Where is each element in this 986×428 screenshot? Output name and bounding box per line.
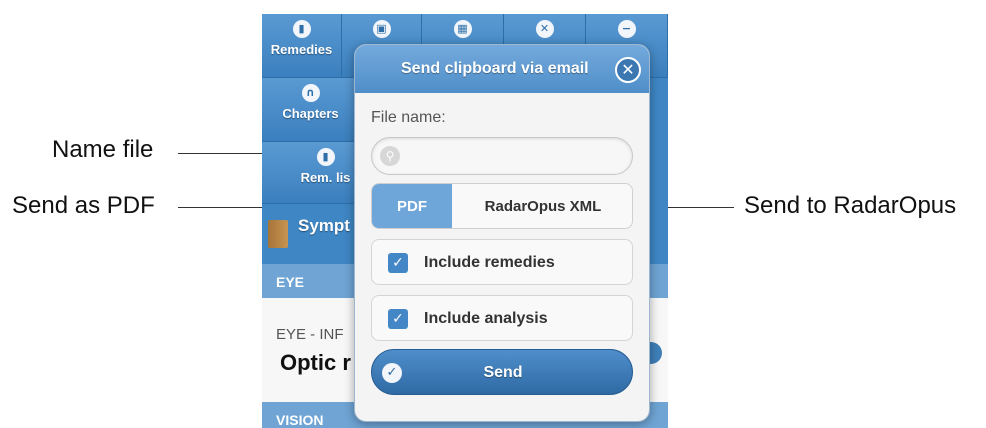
checkmark-icon: ✓ xyxy=(392,311,404,327)
include-analysis-label: Include analysis xyxy=(424,310,548,327)
checkmark-icon: ✓ xyxy=(392,255,404,271)
include-analysis-row[interactable]: ✓ Include analysis xyxy=(371,295,633,341)
remedy-list-icon: ▮ xyxy=(316,148,335,166)
symptom-path: EYE - INF xyxy=(276,326,344,343)
grid-label-remedies: Remedies xyxy=(270,42,333,57)
annotation-send-as-pdf: Send as PDF xyxy=(12,192,155,219)
chapter-icon: ∩ xyxy=(301,84,320,102)
search-icon: ⚲ xyxy=(380,146,400,166)
minus-icon: − xyxy=(617,20,636,38)
send-button-label: Send xyxy=(483,364,523,381)
calculator-icon: ▦ xyxy=(453,20,472,38)
grid-button-remedies[interactable]: ▮ Remedies xyxy=(262,14,342,78)
annotation-send-to-radaropus: Send to RadarOpus xyxy=(744,192,957,219)
file-name-input[interactable]: ⚲ xyxy=(371,137,633,175)
symptom-title: Optic r xyxy=(280,350,351,375)
dialog-title: Send clipboard via email xyxy=(355,45,649,93)
include-remedies-checkbox[interactable]: ✓ xyxy=(388,253,408,273)
book-icon xyxy=(268,220,288,248)
format-pdf-option[interactable]: PDF xyxy=(372,184,452,228)
screenshot-stage: Name file Send as PDF Send to RadarOpus … xyxy=(0,0,986,428)
profile-icon: ▣ xyxy=(372,20,391,38)
close-icon: ✕ xyxy=(535,20,554,38)
annotation-name-file: Name file xyxy=(52,136,154,163)
send-clipboard-dialog: Send clipboard via email ✕ File name: ⚲ … xyxy=(354,44,650,422)
include-analysis-checkbox[interactable]: ✓ xyxy=(388,309,408,329)
grid-button-chapters[interactable]: ∩ Chapters xyxy=(262,78,360,142)
format-selector: PDF RadarOpus XML xyxy=(371,183,633,229)
format-radaropus-xml-option[interactable]: RadarOpus XML xyxy=(452,184,632,228)
symptom-label: Sympt xyxy=(298,216,350,235)
include-remedies-label: Include remedies xyxy=(424,254,555,271)
remedy-icon: ▮ xyxy=(292,20,311,38)
send-button[interactable]: ✓ Send xyxy=(371,349,633,395)
dialog-close-button[interactable]: ✕ xyxy=(615,57,641,83)
include-remedies-row[interactable]: ✓ Include remedies xyxy=(371,239,633,285)
file-name-label: File name: xyxy=(371,109,446,126)
grid-label-chapters: Chapters xyxy=(282,106,339,121)
close-icon: ✕ xyxy=(621,60,635,79)
